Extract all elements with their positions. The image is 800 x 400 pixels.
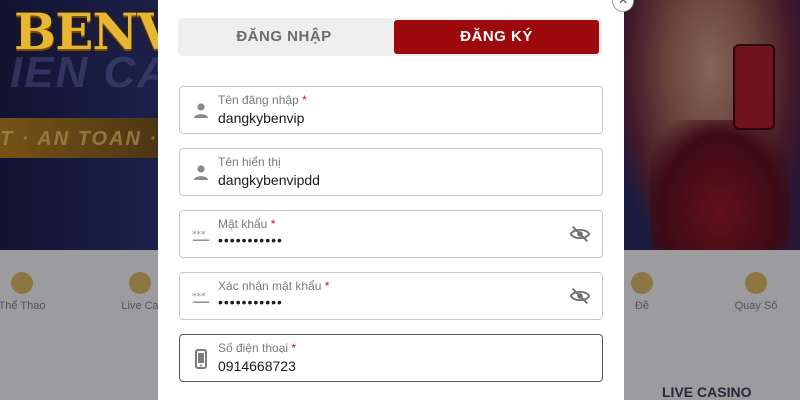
phone-field[interactable]: Số điện thoại * 0914668723 bbox=[179, 334, 603, 382]
svg-text:***: *** bbox=[192, 230, 206, 240]
username-label: Tên đăng nhập * bbox=[218, 93, 307, 107]
eye-off-icon[interactable] bbox=[569, 224, 591, 244]
auth-tabs: ĐĂNG NHẬP ĐĂNG KÝ bbox=[178, 18, 602, 56]
username-value: dangkybenvip bbox=[218, 110, 305, 126]
user-icon bbox=[194, 103, 208, 118]
confirm-password-field[interactable]: *** Xác nhận mật khẩu * ••••••••••• bbox=[179, 272, 603, 320]
register-modal: ĐĂNG NHẬP ĐĂNG KÝ Tên đăng nhập * dangky… bbox=[158, 0, 624, 400]
password-icon: *** bbox=[192, 292, 210, 303]
password-label: Mật khẩu * bbox=[218, 217, 276, 231]
password-field[interactable]: *** Mật khẩu * ••••••••••• bbox=[179, 210, 603, 258]
tab-register[interactable]: ĐĂNG KÝ bbox=[394, 20, 599, 54]
password-value: ••••••••••• bbox=[218, 232, 283, 248]
phone-icon bbox=[195, 349, 207, 369]
confirm-password-label: Xác nhận mật khẩu * bbox=[218, 279, 330, 293]
phone-label: Số điện thoại * bbox=[218, 341, 297, 355]
username-field[interactable]: Tên đăng nhập * dangkybenvip bbox=[179, 86, 603, 134]
display-name-field[interactable]: Tên hiển thị dangkybenvipdd bbox=[179, 148, 603, 196]
confirm-password-value: ••••••••••• bbox=[218, 294, 283, 310]
phone-value: 0914668723 bbox=[218, 358, 296, 374]
tab-login[interactable]: ĐĂNG NHẬP bbox=[178, 18, 390, 56]
user-icon bbox=[194, 165, 208, 180]
display-name-value: dangkybenvipdd bbox=[218, 172, 320, 188]
svg-text:***: *** bbox=[192, 292, 206, 302]
display-name-label: Tên hiển thị bbox=[218, 155, 281, 169]
eye-off-icon[interactable] bbox=[569, 286, 591, 306]
password-icon: *** bbox=[192, 230, 210, 241]
